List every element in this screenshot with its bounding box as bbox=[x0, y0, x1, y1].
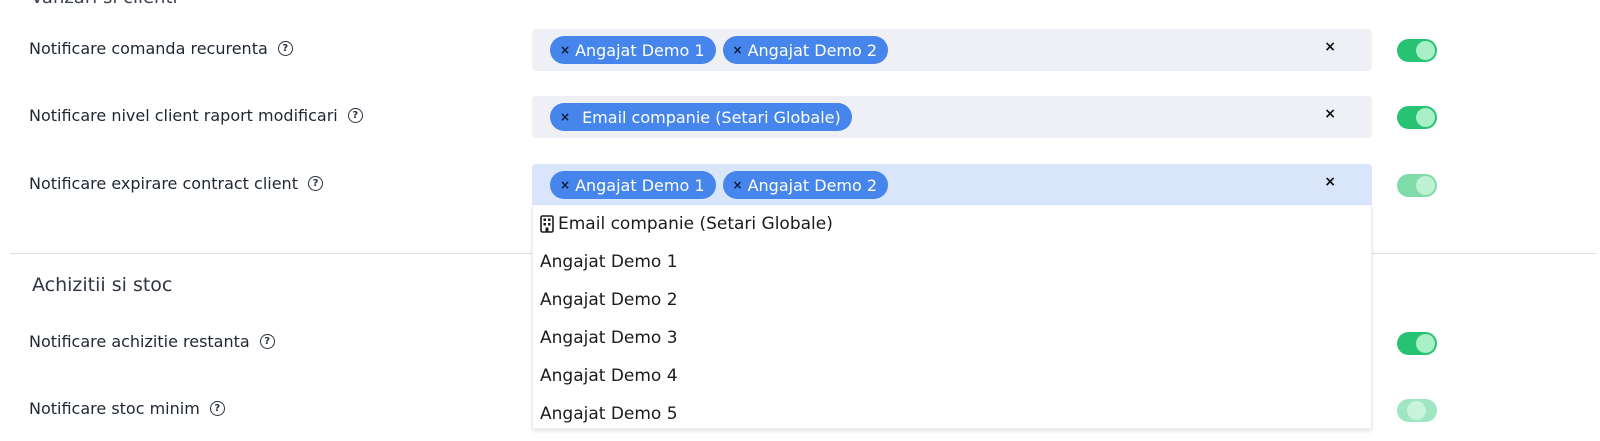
dropdown-option-company-email[interactable]: Email companie (Setari Globale) bbox=[533, 205, 1371, 243]
building-icon bbox=[540, 215, 554, 233]
remove-chip-icon[interactable]: × bbox=[733, 178, 743, 192]
recipients-select[interactable]: × Email companie (Setari Globale) × bbox=[532, 96, 1372, 138]
recipient-chip: × Angajat Demo 1 bbox=[550, 36, 716, 64]
toggle-knob bbox=[1416, 108, 1435, 127]
remove-chip-icon[interactable]: × bbox=[560, 43, 570, 57]
dropdown-option[interactable]: Angajat Demo 3 bbox=[533, 319, 1371, 357]
help-icon[interactable]: ? bbox=[347, 108, 363, 123]
toggle-knob bbox=[1416, 41, 1435, 60]
option-label: Angajat Demo 2 bbox=[540, 290, 678, 310]
enable-toggle[interactable] bbox=[1397, 106, 1437, 129]
option-label: Angajat Demo 5 bbox=[540, 404, 678, 424]
recipients-select[interactable]: × Angajat Demo 1 × Angajat Demo 2 × bbox=[532, 164, 1372, 206]
recipients-select[interactable]: × Angajat Demo 1 × Angajat Demo 2 × bbox=[532, 29, 1372, 71]
help-icon[interactable]: ? bbox=[259, 334, 275, 349]
help-icon[interactable]: ? bbox=[277, 41, 293, 56]
option-label: Email companie (Setari Globale) bbox=[558, 214, 833, 234]
toggle-knob bbox=[1407, 401, 1426, 420]
setting-row-contract-expiry: Notificare expirare contract client ? × … bbox=[0, 164, 1600, 206]
setting-label: Notificare expirare contract client ? bbox=[29, 174, 323, 193]
chip-label: Angajat Demo 1 bbox=[575, 40, 705, 60]
toggle-knob bbox=[1416, 176, 1435, 195]
recipient-chip: × Email companie (Setari Globale) bbox=[550, 103, 852, 131]
setting-label: Notificare achizitie restanta ? bbox=[29, 332, 275, 351]
setting-label: Notificare nivel client raport modificar… bbox=[29, 106, 363, 125]
clear-all-icon[interactable]: × bbox=[1324, 174, 1336, 190]
help-icon[interactable]: ? bbox=[209, 401, 225, 416]
recipient-chip: × Angajat Demo 2 bbox=[722, 36, 889, 64]
clear-all-icon[interactable]: × bbox=[1324, 106, 1336, 122]
setting-label-text: Notificare expirare contract client bbox=[29, 174, 298, 193]
recipient-chip: × Angajat Demo 1 bbox=[550, 171, 716, 199]
help-icon[interactable]: ? bbox=[307, 176, 323, 191]
chip-label: Angajat Demo 1 bbox=[575, 175, 705, 195]
enable-toggle[interactable] bbox=[1397, 399, 1437, 422]
remove-chip-icon[interactable]: × bbox=[733, 43, 743, 57]
section-title-purchases: Achizitii si stoc bbox=[32, 274, 173, 296]
clear-all-icon[interactable]: × bbox=[1324, 39, 1336, 55]
dropdown-option[interactable]: Angajat Demo 5 bbox=[533, 395, 1371, 428]
setting-row-recurring-order: Notificare comanda recurenta ? × Angajat… bbox=[0, 29, 1600, 71]
option-label: Angajat Demo 4 bbox=[540, 366, 678, 386]
setting-label: Notificare stoc minim ? bbox=[29, 399, 225, 418]
dropdown-option[interactable]: Angajat Demo 2 bbox=[533, 281, 1371, 319]
setting-label-text: Notificare stoc minim bbox=[29, 399, 200, 418]
setting-label-text: Notificare nivel client raport modificar… bbox=[29, 106, 338, 125]
setting-label-text: Notificare comanda recurenta bbox=[29, 39, 268, 58]
chip-label: Angajat Demo 2 bbox=[747, 40, 878, 60]
chip-label: Email companie (Setari Globale) bbox=[582, 107, 841, 127]
enable-toggle[interactable] bbox=[1397, 332, 1437, 355]
dropdown-option[interactable]: Angajat Demo 4 bbox=[533, 357, 1371, 395]
enable-toggle[interactable] bbox=[1397, 174, 1437, 197]
recipient-chip: × Angajat Demo 2 bbox=[722, 171, 889, 199]
option-label: Angajat Demo 1 bbox=[540, 252, 678, 272]
remove-chip-icon[interactable]: × bbox=[560, 178, 570, 192]
enable-toggle[interactable] bbox=[1397, 39, 1437, 62]
setting-row-client-level-report: Notificare nivel client raport modificar… bbox=[0, 96, 1600, 138]
remove-chip-icon[interactable]: × bbox=[560, 110, 570, 124]
section-title-sales: Vanzari si clienti bbox=[31, 0, 178, 8]
toggle-knob bbox=[1416, 334, 1435, 353]
chip-label: Angajat Demo 2 bbox=[747, 175, 878, 195]
option-label: Angajat Demo 3 bbox=[540, 328, 678, 348]
recipients-dropdown-menu: Email companie (Setari Globale) Angajat … bbox=[532, 205, 1372, 429]
setting-label: Notificare comanda recurenta ? bbox=[29, 39, 293, 58]
setting-label-text: Notificare achizitie restanta bbox=[29, 332, 250, 351]
dropdown-option[interactable]: Angajat Demo 1 bbox=[533, 243, 1371, 281]
